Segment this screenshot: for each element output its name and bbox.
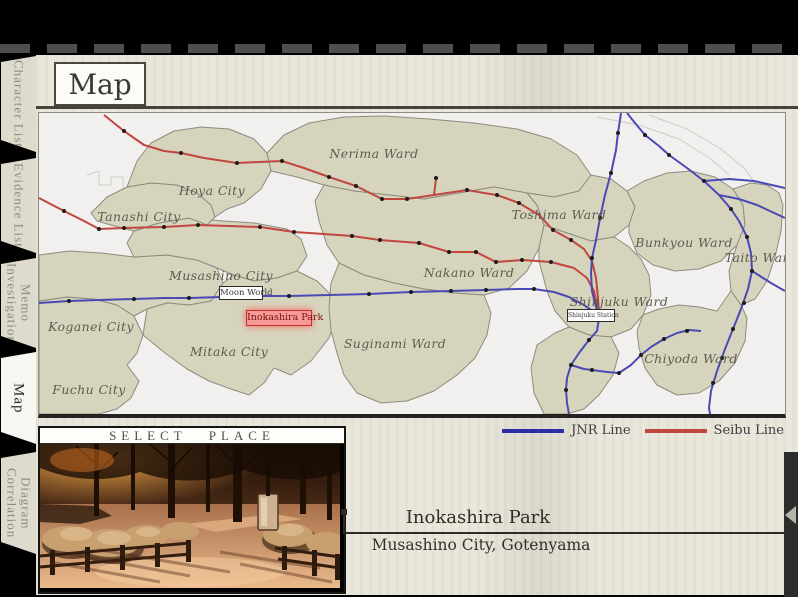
location-name: Inokashira Park: [343, 507, 613, 528]
ward-label-taito: Taito Ward: [725, 250, 785, 265]
ward-label-tanashi: Tanashi City: [97, 209, 181, 224]
sidebar-tab-investigation-memo[interactable]: Investigation Memo: [1, 258, 36, 348]
select-place-header: SELECT PLACE: [40, 428, 344, 444]
marker-moon-world[interactable]: Moon World: [219, 286, 263, 300]
ward-label-shinjuku: Shinjuku Ward: [570, 294, 669, 309]
tab-label: Evidence List: [12, 163, 26, 248]
seibu-line-swatch: [645, 429, 707, 433]
tab-label: Character List: [12, 60, 26, 148]
ward-label-fuchu: Fuchu City: [51, 382, 126, 397]
ward-label-mitaka: Mitaka City: [189, 344, 269, 359]
legend-item-jnr: JNR Line: [502, 423, 630, 438]
legend-item-seibu: Seibu Line: [645, 423, 784, 438]
ward-label-suginami: Suginami Ward: [344, 336, 446, 351]
page-back-strip[interactable]: [784, 452, 798, 597]
sidebar-tab-correlation-diagram[interactable]: Correlation Diagram: [1, 452, 36, 554]
tokyo-map: Nerima Ward Hoya City Tanashi City Toshi…: [38, 112, 786, 418]
ward-label-musashino: Musashino City: [168, 268, 274, 283]
tab-label: Correlation Diagram: [5, 452, 33, 554]
ward-label-toshima: Toshima Ward: [512, 207, 607, 222]
ward-label-nerima: Nerima Ward: [328, 146, 418, 161]
tokyo-map-svg: Nerima Ward Hoya City Tanashi City Toshi…: [39, 113, 785, 414]
ward-label-hoya: Hoya City: [178, 183, 246, 198]
page-title-box: Map: [54, 62, 146, 106]
title-divider: [36, 106, 798, 109]
marker-inokashira-park-selected[interactable]: Inokashira Park: [246, 310, 312, 326]
sidebar-tab-evidence-list[interactable]: Evidence List: [1, 158, 36, 253]
game-screen: Character List Evidence List Investigati…: [0, 0, 798, 597]
location-underline: [343, 532, 789, 534]
ward-label-chiyoda: Chiyoda Ward: [644, 351, 738, 366]
sidebar-tab-character-list[interactable]: Character List: [1, 56, 36, 152]
left-arrow-icon: [785, 506, 796, 524]
location-subtitle: Musashino City, Gotenyama: [343, 536, 619, 554]
legend-label: Seibu Line: [714, 423, 784, 438]
page-title: Map: [68, 68, 131, 101]
park-scene-illustration: [40, 444, 340, 588]
select-place-panel: SELECT PLACE: [38, 426, 346, 594]
jnr-line-swatch: [502, 429, 564, 433]
legend-label: JNR Line: [571, 423, 630, 438]
place-thumbnail-inokashira[interactable]: [40, 444, 340, 588]
tab-label: Map: [12, 383, 26, 414]
marker-shinjuku-station: Shinjuku Station: [567, 309, 615, 322]
top-dashed-divider: [0, 44, 798, 53]
tab-label: Investigation Memo: [5, 258, 33, 348]
ward-label-koganei: Koganei City: [47, 319, 134, 334]
ward-label-bunkyou: Bunkyou Ward: [634, 235, 732, 250]
ward-label-nakano: Nakano Ward: [423, 265, 515, 280]
